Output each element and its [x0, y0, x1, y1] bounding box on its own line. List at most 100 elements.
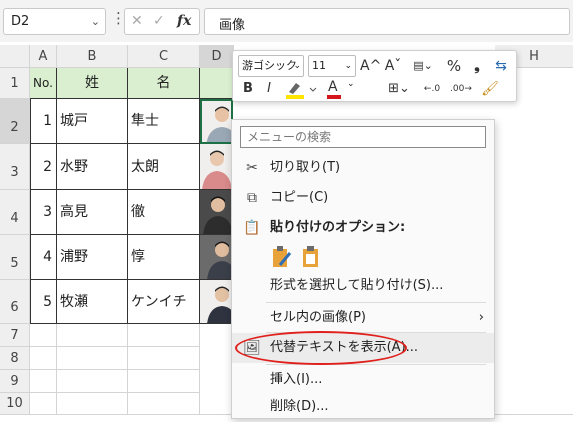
font-name-value: 游ゴシック: [242, 59, 297, 72]
cell-photo[interactable]: [200, 280, 233, 324]
column-header-d[interactable]: D: [200, 45, 234, 68]
name-box[interactable]: D2 ⌄: [3, 8, 106, 35]
chevron-down-icon[interactable]: ⌄: [91, 15, 100, 28]
row-header-6[interactable]: 6: [0, 280, 30, 324]
font-name-select[interactable]: 游ゴシック ⌄: [238, 55, 304, 77]
enter-icon[interactable]: ✓: [153, 13, 165, 29]
grid-cell[interactable]: [57, 324, 128, 347]
grid-cell[interactable]: [495, 68, 573, 415]
insert-function-icon[interactable]: fx: [177, 13, 191, 29]
cell-photo[interactable]: [200, 144, 233, 190]
borders-icon[interactable]: ⊞⌄: [385, 78, 413, 100]
menu-item-label: 形式を選択して貼り付け(S)...: [270, 278, 444, 293]
row-header-1[interactable]: 1: [0, 68, 30, 99]
paste-icon[interactable]: [300, 245, 322, 269]
menu-item-insert[interactable]: 挿入(I)...: [232, 365, 494, 395]
menu-search-input[interactable]: メニューの検索: [240, 126, 486, 148]
row-header-4[interactable]: 4: [0, 190, 30, 235]
chevron-down-icon: ⌄: [344, 61, 352, 71]
menu-item-cut[interactable]: ✂ 切り取り(T): [232, 153, 494, 183]
percent-style-icon[interactable]: %: [443, 55, 465, 77]
grid-cell[interactable]: [57, 347, 128, 370]
header-sei[interactable]: 姓: [57, 68, 128, 99]
cell-photo[interactable]: [200, 190, 233, 235]
grid-cell[interactable]: [30, 393, 57, 415]
context-menu: メニューの検索 ✂ 切り取り(T) ⧉ コピー(C) 📋 貼り付けのオプション:…: [231, 119, 495, 419]
highlight-color-button[interactable]: [283, 80, 323, 100]
cell-sei[interactable]: 水野: [57, 144, 128, 190]
cell-sei[interactable]: 城戸: [57, 99, 128, 144]
row-header-9[interactable]: 9: [0, 370, 30, 393]
menu-item-label: 挿入(I)...: [270, 372, 323, 387]
menu-item-copy[interactable]: ⧉ コピー(C): [232, 183, 494, 213]
column-header-b[interactable]: B: [57, 45, 128, 68]
cell-mei[interactable]: 惇: [128, 235, 200, 280]
shrink-font-icon[interactable]: Aˇ: [383, 55, 403, 77]
italic-icon[interactable]: I: [260, 78, 278, 100]
cell-mei[interactable]: ケンイチ: [128, 280, 200, 324]
row-header-8[interactable]: 8: [0, 347, 30, 370]
cell-no[interactable]: 4: [30, 235, 57, 280]
paste-options-icon: 📋: [243, 220, 261, 236]
cell-no[interactable]: 3: [30, 190, 57, 235]
menu-item-paste-special[interactable]: 形式を選択して貼り付け(S)...: [232, 271, 494, 301]
comma-style-icon[interactable]: ❟: [468, 55, 486, 77]
cell-no[interactable]: 5: [30, 280, 57, 324]
font-color-icon: A: [328, 79, 338, 95]
row-header-5[interactable]: 5: [0, 235, 30, 280]
header-no[interactable]: No.: [30, 68, 57, 99]
column-header-a[interactable]: A: [30, 45, 57, 68]
cell-photo-selected[interactable]: [200, 99, 233, 144]
grow-font-icon[interactable]: A^: [360, 55, 381, 77]
grid-cell[interactable]: [30, 370, 57, 393]
chevron-right-icon: ›: [478, 310, 484, 325]
grid-cell[interactable]: [57, 393, 128, 415]
bold-icon[interactable]: B: [239, 78, 257, 100]
name-box-value: D2: [11, 14, 30, 29]
menu-item-place-in-cell[interactable]: セル内の画像(P) ›: [232, 303, 494, 333]
cell-mei[interactable]: 徹: [128, 190, 200, 235]
menu-item-delete[interactable]: 削除(D)...: [232, 392, 494, 422]
accounting-format-icon[interactable]: ▤⌄: [407, 55, 439, 77]
cancel-icon[interactable]: ✕: [131, 13, 143, 29]
grid-cell[interactable]: [57, 370, 128, 393]
grid-cell[interactable]: [30, 347, 57, 370]
cell-no[interactable]: 1: [30, 99, 57, 144]
formula-input[interactable]: 画像: [204, 8, 570, 35]
cell-mei[interactable]: 隼士: [128, 99, 200, 144]
decrease-decimal-icon[interactable]: ←.0: [419, 78, 445, 100]
chevron-down-icon: ⌄: [347, 79, 355, 89]
grid-cell[interactable]: [128, 324, 200, 347]
row-header-2[interactable]: 2: [0, 99, 30, 144]
menu-item-label: 削除(D)...: [270, 399, 329, 414]
grid-cell[interactable]: [128, 393, 200, 415]
cell-no[interactable]: 2: [30, 144, 57, 190]
grid-cell[interactable]: [128, 370, 200, 393]
person-photo-icon: [203, 196, 232, 234]
person-photo-icon: [207, 286, 232, 323]
menu-item-label: 切り取り(T): [270, 160, 341, 175]
select-all-corner[interactable]: [0, 45, 30, 68]
grid-cell[interactable]: [30, 324, 57, 347]
cell-sei[interactable]: 浦野: [57, 235, 128, 280]
cell-sei[interactable]: 高見: [57, 190, 128, 235]
row-header-10[interactable]: 10: [0, 393, 30, 415]
wrap-text-icon[interactable]: ⇆: [490, 55, 512, 77]
font-size-select[interactable]: 11 ⌄: [308, 55, 356, 77]
font-size-value: 11: [312, 59, 326, 72]
row-header-3[interactable]: 3: [0, 144, 30, 190]
increase-decimal-icon[interactable]: .00→: [448, 78, 474, 100]
row-header-7[interactable]: 7: [0, 324, 30, 347]
header-photo[interactable]: [200, 68, 233, 99]
formula-buttons: ✕ ✓ fx: [124, 8, 200, 35]
cell-mei[interactable]: 太朗: [128, 144, 200, 190]
font-color-button[interactable]: A ⌄: [325, 78, 365, 100]
format-painter-icon[interactable]: 🖌: [479, 78, 501, 100]
cell-sei[interactable]: 牧瀬: [57, 280, 128, 324]
header-mei[interactable]: 名: [128, 68, 200, 99]
column-header-c[interactable]: C: [128, 45, 200, 68]
grid-cell[interactable]: [128, 347, 200, 370]
paste-formatting-icon[interactable]: [270, 245, 292, 269]
grid-cell[interactable]: [200, 324, 232, 415]
cell-photo[interactable]: [200, 235, 233, 280]
